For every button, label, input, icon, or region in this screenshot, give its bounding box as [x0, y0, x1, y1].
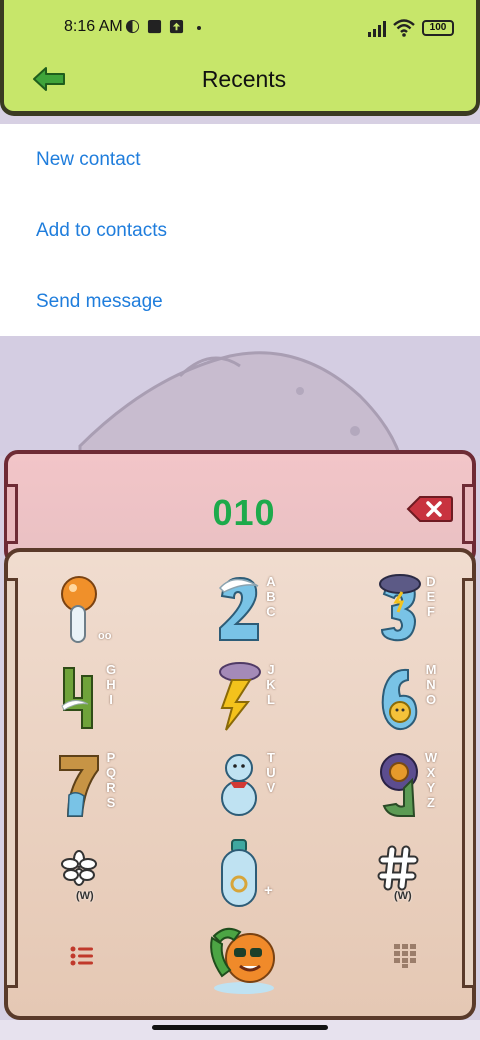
app-square-icon [147, 19, 162, 34]
dial-keypad: oo ABC DEF GHI JKL M N O P Q R S T U V W… [4, 548, 476, 1020]
key-3-letters: DEF [426, 574, 436, 619]
background-artwork [0, 336, 480, 456]
digit-2-icon [218, 576, 259, 641]
key-3[interactable]: DEF [328, 570, 478, 658]
home-indicator[interactable] [152, 1025, 328, 1030]
key-2[interactable]: ABC [168, 570, 318, 658]
key-4-letters: GHI [105, 662, 117, 707]
dialpad-grid-icon[interactable] [394, 944, 416, 968]
status-bar: 8:16 AM 100 [4, 14, 480, 42]
digit-3-icon [379, 574, 421, 642]
key-hash[interactable]: (W) [328, 834, 478, 922]
recents-menu: New contact Add to contacts Send message [0, 124, 480, 336]
app-header: 8:16 AM 100 Recents [0, 0, 480, 116]
upload-icon [169, 19, 184, 34]
battery-icon: 100 [422, 20, 454, 36]
wifi-icon [393, 19, 415, 37]
key-4[interactable]: GHI [8, 658, 158, 746]
menu-item-send-message[interactable]: Send message [0, 266, 480, 337]
status-time: 8:16 AM [64, 18, 123, 35]
key-8-letters: TUV [266, 750, 276, 795]
digit-1-icon [61, 576, 97, 643]
list-icon[interactable] [70, 946, 94, 966]
digit-0-icon [221, 839, 257, 907]
key-0[interactable]: + [168, 834, 318, 922]
digit-9-icon [380, 753, 418, 817]
key-7-letters: PQRS [105, 750, 117, 810]
key-5[interactable]: JKL [168, 658, 318, 746]
voicemail-label: oo [98, 630, 112, 642]
potato-illustration [78, 351, 402, 456]
menu-item-add-to-contacts[interactable]: Add to contacts [0, 195, 480, 266]
key-star-sub: (W) [76, 890, 94, 902]
key-6[interactable]: MNO [328, 658, 478, 746]
digit-5-icon [219, 662, 261, 731]
key-1[interactable]: oo [8, 570, 158, 658]
key-5-letters: JKL [266, 662, 276, 707]
call-button-icon[interactable] [204, 918, 284, 996]
key-7[interactable]: PQRS [8, 746, 158, 834]
key-2-letters: ABC [266, 574, 276, 619]
signal-icon [368, 21, 386, 37]
navigation-bar [0, 1020, 480, 1040]
key-9-letters: WXYZ [424, 750, 438, 810]
key-8[interactable]: TUV [168, 746, 318, 834]
digit-7-icon [59, 755, 99, 817]
key-hash-sub: (W) [394, 890, 412, 902]
key-9[interactable]: WXYZ [328, 746, 478, 834]
key-6-letters: MNO [425, 662, 437, 707]
menu-item-new-contact[interactable]: New contact [0, 124, 480, 195]
vpn-icon [125, 19, 140, 34]
backspace-icon[interactable] [406, 494, 454, 524]
digit-4-icon [61, 667, 93, 729]
digit-6-icon [381, 668, 418, 731]
page-title: Recents [201, 66, 287, 92]
key-star[interactable]: (W) [8, 834, 158, 922]
digit-8-icon [221, 754, 257, 816]
plus-label: + [264, 882, 273, 899]
notification-dot [197, 26, 201, 30]
